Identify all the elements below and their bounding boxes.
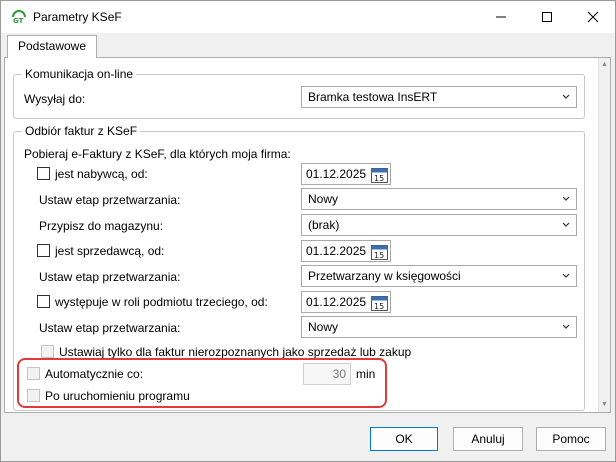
calendar-day: 15 [374,251,384,260]
dialog-window: GT Parametry KSeF Podstawowe ▲ ▼ Komunik… [0,0,616,462]
third-party-checkbox[interactable] [37,295,50,308]
close-icon [587,11,599,23]
window-title: Parametry KSeF [33,10,122,24]
maximize-button[interactable] [524,1,570,33]
send-to-value: Bramka testowa InsERT [308,90,438,104]
tab-podstawowe[interactable]: Podstawowe [7,35,97,58]
buyer-stage-value: Nowy [308,192,339,206]
receiving-legend: Odbiór faktur z KSeF [22,124,141,138]
svg-text:GT: GT [13,17,24,24]
send-to-select[interactable]: Bramka testowa InsERT [301,86,577,108]
seller-stage-label: Ustaw etap przetwarzania: [39,270,181,284]
cancel-button[interactable]: Anuluj [453,427,523,451]
insert-gt-logo-icon: GT [12,10,26,24]
buyer-checkbox[interactable] [37,167,50,180]
unrecognized-only-label: Ustawiaj tylko dla faktur nierozpoznanyc… [59,345,412,359]
communication-legend: Komunikacja on-line [22,67,137,81]
minimize-button[interactable] [478,1,524,33]
ok-button[interactable]: OK [370,427,438,451]
vertical-scrollbar[interactable]: ▲ ▼ [598,58,610,412]
third-party-stage-label: Ustaw etap przetwarzania: [39,321,181,335]
chevron-down-icon [562,196,570,201]
help-button[interactable]: Pomoc [536,427,606,451]
calendar-icon[interactable]: 15 [371,243,388,260]
seller-date-input[interactable]: 01.12.2025 15 [301,240,391,262]
buyer-date-value: 01.12.2025 [306,167,367,181]
third-party-stage-value: Nowy [308,320,339,334]
calendar-day: 15 [374,302,384,311]
send-to-label: Wysyłaj do: [24,92,86,106]
highlight-annotation [17,358,387,408]
receiving-intro: Pobieraj e-Faktury z KSeF, dla których m… [24,147,291,161]
seller-stage-value: Przetwarzany w księgowości [308,269,461,283]
title-bar[interactable]: GT Parametry KSeF [1,1,615,33]
third-party-label: występuje w roli podmiotu trzeciego, od: [55,295,268,309]
buyer-date-input[interactable]: 01.12.2025 15 [301,163,391,185]
close-button[interactable] [570,1,616,33]
buyer-stage-label: Ustaw etap przetwarzania: [39,193,181,207]
calendar-icon[interactable]: 15 [371,294,388,311]
warehouse-value: (brak) [308,218,340,232]
chevron-down-icon [562,94,570,99]
minimize-icon [496,16,506,18]
seller-checkbox[interactable] [37,244,50,257]
calendar-icon[interactable]: 15 [371,166,388,183]
seller-date-value: 01.12.2025 [306,244,367,258]
chevron-down-icon [562,324,570,329]
scroll-up-icon[interactable]: ▲ [601,61,608,68]
third-party-date-value: 01.12.2025 [306,295,367,309]
seller-stage-select[interactable]: Przetwarzany w księgowości [301,265,577,287]
calendar-day: 15 [374,174,384,183]
warehouse-select[interactable]: (brak) [301,214,577,236]
chevron-down-icon [562,222,570,227]
unrecognized-only-checkbox[interactable] [41,345,54,358]
buyer-label: jest nabywcą, od: [55,167,148,181]
warehouse-label: Przypisz do magazynu: [39,219,164,233]
scroll-down-icon[interactable]: ▼ [601,401,608,408]
maximize-icon [542,12,552,22]
third-party-stage-select[interactable]: Nowy [301,316,577,338]
third-party-date-input[interactable]: 01.12.2025 15 [301,291,391,313]
chevron-down-icon [562,273,570,278]
buyer-stage-select[interactable]: Nowy [301,188,577,210]
seller-label: jest sprzedawcą, od: [55,244,165,258]
